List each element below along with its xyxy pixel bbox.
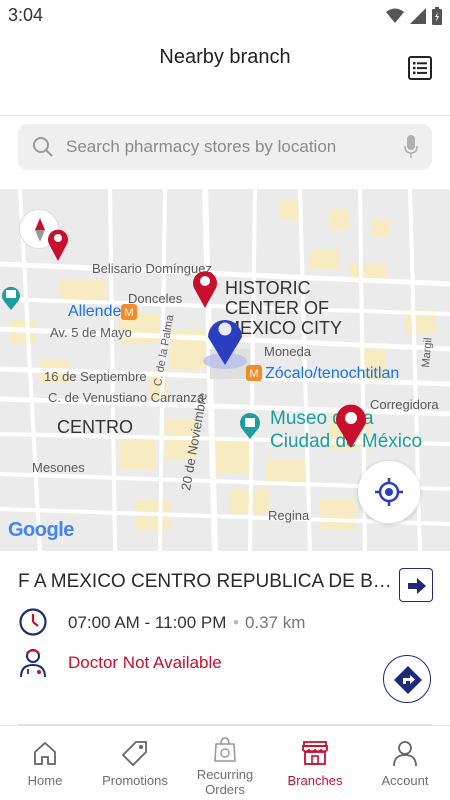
nav-account-label: Account	[381, 773, 429, 788]
microphone-icon[interactable]	[404, 135, 418, 159]
nav-branches[interactable]: Branches	[270, 726, 360, 800]
branch-name[interactable]: F A MEXICO CENTRO REPUBLICA DE BRASIL	[18, 571, 393, 593]
museum-icon	[240, 413, 260, 439]
directions-button[interactable]	[383, 655, 431, 703]
open-branch-button[interactable]	[399, 568, 433, 602]
search-input[interactable]	[66, 124, 386, 170]
nav-promotions-label: Promotions	[102, 773, 168, 788]
opening-hours: 07:00 AM - 11:00 PM	[68, 613, 227, 632]
branch-pin[interactable]	[335, 402, 367, 448]
current-location-pin	[203, 320, 247, 369]
nav-promotions[interactable]: Promotions	[90, 726, 180, 800]
svg-text:M: M	[124, 307, 133, 319]
nav-recurring-orders-label: Recurring Orders	[196, 767, 254, 797]
clock-icon	[19, 608, 47, 636]
search-box[interactable]	[18, 124, 432, 170]
arrow-right-icon	[408, 578, 426, 594]
directions-icon	[394, 666, 422, 694]
nav-home[interactable]: Home	[0, 726, 90, 800]
my-location-button[interactable]	[358, 461, 420, 523]
map-label-carranza: C. de Venustiano Carranza	[48, 390, 205, 405]
list-view-icon	[408, 56, 432, 80]
crosshair-icon	[375, 478, 403, 506]
nav-account[interactable]: Account	[360, 726, 450, 800]
nav-recurring-orders[interactable]: Recurring Orders	[180, 726, 270, 800]
status-time: 3:04	[8, 5, 44, 25]
map-label-16-septiembre: 16 de Septiembre	[44, 369, 147, 384]
tag-icon	[121, 741, 147, 767]
map-label-moneda: Moneda	[264, 344, 311, 359]
map-label-regina: Regina	[268, 508, 310, 523]
branch-pin[interactable]	[47, 227, 69, 261]
shopping-bag-icon	[214, 737, 236, 762]
map-label-centro: CENTRO	[57, 417, 133, 437]
home-icon	[34, 741, 56, 765]
map-label-zocalo: Zócalo/tenochtitlan	[265, 365, 400, 382]
status-bar: 3:04	[0, 0, 450, 32]
list-view-button[interactable]	[406, 54, 434, 82]
nav-branches-label: Branches	[287, 773, 343, 788]
map-label-historic-1: HISTORIC	[225, 278, 311, 298]
store-icon	[302, 741, 328, 765]
doctor-status: Doctor Not Available	[68, 653, 222, 672]
battery-icon	[432, 7, 442, 25]
separator-dot: •	[233, 613, 239, 632]
metro-icon: M	[121, 304, 137, 320]
museum-icon	[2, 286, 20, 310]
branch-pin[interactable]	[192, 268, 218, 308]
status-icons	[386, 7, 442, 25]
google-logo-text: Google	[8, 519, 74, 541]
map-label-allende: Allende	[68, 303, 122, 320]
branch-card[interactable]: F A MEXICO CENTRO REPUBLICA DE BRASIL 07…	[0, 551, 450, 725]
google-logo: Google	[8, 519, 74, 542]
bottom-navigation: Home Promotions Recurring Orders Branche…	[0, 725, 450, 800]
map-view[interactable]: Belisario Domínguez Donceles HISTORIC CE…	[0, 189, 450, 551]
nav-home-label: Home	[27, 773, 63, 788]
branch-distance: 0.37 km	[245, 613, 306, 632]
svg-text:M: M	[249, 368, 258, 380]
map-label-mesones: Mesones	[32, 460, 85, 475]
header: Nearby branch	[0, 32, 450, 116]
wifi-icon	[386, 8, 404, 23]
person-icon	[393, 741, 417, 767]
map-label-corregidora: Corregidora	[370, 397, 439, 412]
signal-icon	[410, 8, 426, 24]
doctor-icon	[20, 649, 46, 678]
search-icon	[33, 137, 53, 157]
map-label-5-de-mayo: Av. 5 de Mayo	[50, 325, 132, 340]
page-title: Nearby branch	[159, 46, 291, 68]
